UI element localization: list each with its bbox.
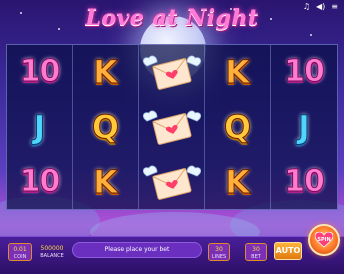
love-letter-icon <box>142 107 201 147</box>
lines-value: 30 <box>215 246 223 253</box>
reel-cell <box>139 100 204 155</box>
auto-button[interactable]: AUTO <box>274 242 302 260</box>
lines-button[interactable]: 30 LINES <box>208 243 230 261</box>
symbol-10: 10 <box>19 54 61 90</box>
symbol-10: 10 <box>19 163 61 199</box>
reel-cell: K <box>205 45 270 100</box>
reel-cell: K <box>73 154 138 209</box>
reel-cell: J <box>7 100 72 155</box>
reel-cell: Q <box>205 100 270 155</box>
reel-cell: 10 <box>271 154 337 209</box>
symbol-k: K <box>225 162 251 201</box>
status-message: Please place your bet <box>72 242 202 258</box>
symbol-k: K <box>93 162 119 201</box>
balance-label: BALANCE <box>40 253 64 259</box>
reel-cell: 10 <box>7 154 72 209</box>
star <box>310 34 312 36</box>
reel-cell: Q <box>73 100 138 155</box>
coin-value: 0.01 <box>13 246 27 253</box>
reel-5: 10 J 10 <box>271 45 337 209</box>
reel-cell <box>139 45 204 100</box>
spin-button[interactable]: SPIN <box>308 224 340 256</box>
love-letter-icon <box>142 162 201 202</box>
bet-button[interactable]: 30 BET <box>245 243 267 261</box>
spin-label: SPIN <box>317 237 331 243</box>
balance-value: 500000 <box>40 245 64 252</box>
coin-label: COIN <box>13 254 27 260</box>
game-title: Love at Night <box>85 5 259 31</box>
symbol-k: K <box>93 53 119 92</box>
reel-2: KQK <box>73 45 139 209</box>
heart-icon: SPIN <box>314 231 334 248</box>
symbol-j: J <box>298 108 311 146</box>
reel-cell: 10 <box>271 45 337 100</box>
coin-button[interactable]: 0.01 COIN <box>8 243 32 261</box>
symbol-10: 10 <box>284 163 326 199</box>
symbol-q: Q <box>91 108 120 146</box>
bet-value: 30 <box>252 246 260 253</box>
reel-cell: 10 <box>7 45 72 100</box>
love-letter-icon <box>142 52 201 92</box>
symbol-k: K <box>225 53 251 92</box>
symbol-10: 10 <box>284 54 326 90</box>
symbol-q: Q <box>223 108 252 146</box>
reel-cell <box>139 154 204 209</box>
reel-grid: 10 J 10 K Q K K Q K 10 J 10 <box>6 44 338 210</box>
reel-3 <box>139 45 205 209</box>
lines-label: LINES <box>211 254 227 260</box>
reel-4: KQK <box>205 45 271 209</box>
balance-display: 500000 BALANCE <box>38 243 66 261</box>
reel-1: 10 J 10 <box>7 45 73 209</box>
reel-cell: J <box>271 100 337 155</box>
reel-cell: K <box>205 154 270 209</box>
bet-label: BET <box>251 254 261 260</box>
reel-cell: K <box>73 45 138 100</box>
symbol-j: J <box>33 108 46 146</box>
